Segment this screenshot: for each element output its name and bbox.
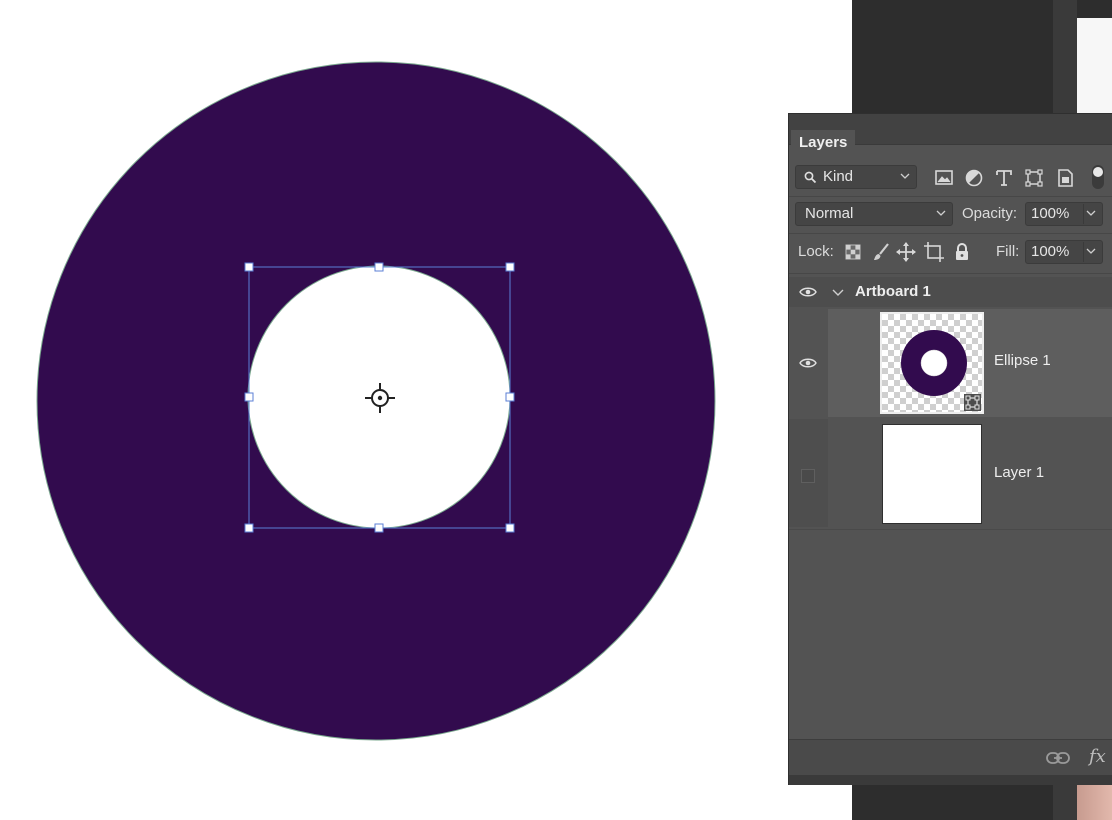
layer-thumbnail[interactable]	[880, 312, 984, 414]
fill-field[interactable]: 100%	[1025, 240, 1103, 264]
transform-handle-bottom-left[interactable]	[244, 523, 254, 533]
layers-panel: Layers Kind Normal Opacity: 100% Lock: F…	[788, 113, 1112, 785]
layer-row-ellipse[interactable]: Ellipse 1	[789, 309, 1112, 417]
chevron-down-icon	[936, 210, 946, 216]
opacity-field[interactable]: 100%	[1025, 202, 1103, 226]
adjustment-filter-icon[interactable]	[963, 167, 985, 189]
layer-name: Ellipse 1	[994, 352, 1051, 369]
lock-artboard-icon[interactable]	[923, 241, 945, 263]
visibility-column[interactable]	[789, 419, 828, 527]
canvas[interactable]	[0, 0, 852, 820]
filter-toggle-icon[interactable]	[1090, 164, 1106, 190]
fill-field-divider	[1083, 242, 1084, 262]
lock-image-pixels-icon[interactable]	[870, 241, 892, 263]
tab-layers[interactable]: Layers	[791, 130, 856, 158]
transform-handle-bottom[interactable]	[374, 523, 384, 533]
eye-icon[interactable]	[799, 286, 817, 298]
shape-layer-badge-icon	[964, 394, 981, 411]
type-filter-icon[interactable]	[993, 167, 1015, 189]
divider	[789, 233, 1112, 234]
transform-handle-left[interactable]	[244, 392, 254, 402]
transform-handle-top[interactable]	[374, 262, 384, 272]
link-layers-icon[interactable]	[1046, 750, 1070, 766]
lock-transparent-pixels-icon[interactable]	[842, 241, 864, 263]
opacity-value: 100%	[1031, 205, 1070, 222]
filter-kind-dropdown[interactable]: Kind	[795, 165, 917, 189]
divider	[789, 196, 1112, 197]
layer-name: Layer 1	[994, 464, 1045, 481]
blend-mode-dropdown[interactable]: Normal	[795, 202, 953, 226]
lock-position-icon[interactable]	[895, 241, 917, 263]
lock-label: Lock:	[798, 243, 834, 260]
chevron-down-icon[interactable]	[832, 287, 844, 297]
document-window-edge-bottom	[1077, 784, 1112, 820]
blend-mode-value: Normal	[805, 205, 854, 222]
fill-label: Fill:	[996, 243, 1020, 260]
eye-icon[interactable]	[799, 357, 817, 369]
opacity-label: Opacity:	[962, 205, 1018, 222]
smart-object-filter-icon[interactable]	[1054, 167, 1076, 189]
panel-footer: fx	[789, 739, 1112, 776]
chevron-down-icon	[900, 173, 910, 179]
image-filter-icon[interactable]	[933, 167, 955, 189]
divider	[789, 273, 1112, 274]
search-icon	[804, 171, 817, 184]
document-window-edge	[1077, 18, 1112, 113]
layer-thumbnail[interactable]	[882, 424, 982, 524]
layer-name: Artboard 1	[855, 283, 931, 300]
transform-handle-bottom-right[interactable]	[505, 523, 515, 533]
transform-handle-right[interactable]	[505, 392, 515, 402]
fill-value: 100%	[1031, 243, 1070, 260]
shape-filter-icon[interactable]	[1023, 167, 1045, 189]
divider	[789, 529, 1112, 530]
layer-row-layer-1[interactable]: Layer 1	[789, 419, 1112, 527]
visibility-column[interactable]	[789, 309, 828, 417]
transform-handle-top-left[interactable]	[244, 262, 254, 272]
chevron-down-icon[interactable]	[1086, 246, 1096, 256]
opacity-field-divider	[1083, 204, 1084, 224]
chevron-down-icon[interactable]	[1086, 208, 1096, 218]
lock-all-icon[interactable]	[951, 241, 973, 263]
fx-icon[interactable]: fx	[1089, 746, 1106, 767]
filter-kind-value: Kind	[823, 168, 854, 185]
transform-handle-top-right[interactable]	[505, 262, 515, 272]
visibility-toggle-off[interactable]	[801, 469, 815, 483]
panel-bottom-edge	[789, 775, 1112, 785]
layer-row-artboard[interactable]: Artboard 1	[789, 277, 1112, 307]
